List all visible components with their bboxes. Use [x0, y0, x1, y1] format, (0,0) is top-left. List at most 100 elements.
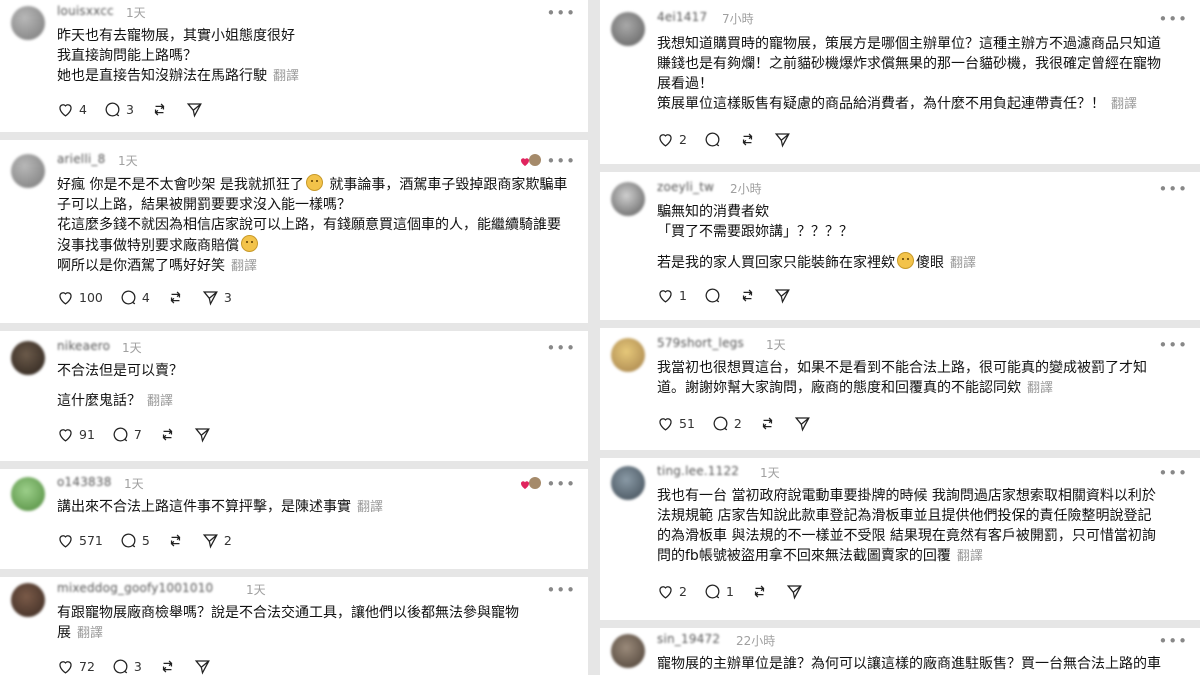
comment-line: 「買了不需要跟妳講」？？？？ — [657, 224, 853, 240]
translate-link[interactable]: 翻譯 — [357, 500, 383, 515]
translate-link[interactable]: 翻譯 — [1111, 97, 1137, 112]
reply-count: 5 — [141, 533, 150, 548]
divider — [0, 132, 588, 140]
more-options-icon[interactable]: ••• — [546, 583, 576, 598]
translate-link[interactable]: 翻譯 — [950, 256, 976, 271]
avatar[interactable] — [611, 182, 645, 216]
translate-link[interactable]: 翻譯 — [273, 69, 299, 84]
like-count: 2 — [679, 584, 687, 599]
more-options-icon[interactable]: ••• — [1158, 634, 1188, 649]
avatar[interactable] — [11, 6, 45, 40]
username[interactable]: 4ei1417 — [657, 10, 707, 24]
reply-button[interactable]: 5 — [119, 531, 150, 550]
username[interactable]: 579short_legs — [657, 336, 744, 350]
reply-button[interactable] — [703, 130, 722, 149]
action-bar: 571 5 2 — [56, 531, 248, 550]
username[interactable]: arielli_8 — [57, 152, 105, 166]
username[interactable]: zoeyli_tw — [657, 180, 714, 194]
share-button[interactable] — [785, 582, 804, 601]
share-button[interactable]: 3 — [201, 288, 232, 307]
comment-bubble-icon — [705, 288, 720, 303]
like-count: 2 — [679, 132, 687, 147]
reply-button[interactable]: 1 — [703, 582, 734, 601]
timestamp: 1天 — [118, 154, 138, 168]
reply-button[interactable]: 7 — [111, 425, 142, 444]
send-icon — [774, 133, 790, 148]
username[interactable]: o143838 — [57, 475, 112, 489]
repost-button[interactable] — [166, 531, 185, 550]
divider — [0, 461, 588, 469]
repost-button[interactable] — [750, 582, 769, 601]
share-button[interactable] — [793, 414, 812, 433]
username[interactable]: nikeaero — [57, 339, 110, 353]
username[interactable]: mixeddog_goofy1001010 — [57, 581, 213, 595]
like-count: 51 — [679, 416, 695, 431]
more-options-icon[interactable]: ••• — [1158, 338, 1188, 353]
more-options-icon[interactable]: ••• — [1158, 466, 1188, 481]
username[interactable]: ting.lee.1122 — [657, 464, 739, 478]
comment-line: 我直接詢問能上路嗎？ — [57, 48, 197, 64]
avatar[interactable] — [611, 12, 645, 46]
comment-line: 花這麼多錢不就因為相信店家說可以上路，有錢願意買這個車的人，能繼續騎誰要沒事找事… — [57, 217, 561, 254]
like-button[interactable]: 2 — [656, 582, 687, 601]
share-button[interactable] — [773, 130, 792, 149]
share-button[interactable] — [193, 425, 212, 444]
repost-button[interactable] — [166, 288, 185, 307]
divider — [0, 569, 588, 577]
like-button[interactable]: 1 — [656, 286, 687, 305]
more-options-icon[interactable]: ••• — [546, 6, 576, 21]
avatar[interactable] — [611, 338, 645, 372]
like-button[interactable]: 571 — [56, 531, 103, 550]
like-button[interactable]: 4 — [56, 100, 87, 119]
avatar[interactable] — [11, 341, 45, 375]
username[interactable]: sin_19472 — [657, 632, 720, 646]
share-button[interactable]: 2 — [201, 531, 232, 550]
translate-link[interactable]: 翻譯 — [957, 549, 983, 564]
avatar[interactable] — [11, 477, 45, 511]
repost-button[interactable] — [758, 414, 777, 433]
reply-button[interactable]: 4 — [119, 288, 150, 307]
more-options-icon[interactable]: ••• — [1158, 182, 1188, 197]
repost-button[interactable] — [158, 425, 177, 444]
username[interactable]: louisxxcc — [57, 4, 114, 18]
repost-button[interactable] — [150, 100, 169, 119]
like-button[interactable]: 91 — [56, 425, 95, 444]
reply-button[interactable]: 3 — [103, 100, 134, 119]
more-options-icon[interactable]: ••• — [546, 477, 576, 492]
repost-icon — [742, 133, 753, 146]
like-button[interactable]: 51 — [656, 414, 695, 433]
repost-icon — [170, 534, 181, 547]
reply-button[interactable]: 2 — [711, 414, 742, 433]
more-options-icon[interactable]: ••• — [1158, 12, 1188, 27]
action-bar: 72 3 — [56, 657, 228, 675]
repost-button[interactable] — [738, 286, 757, 305]
translate-link[interactable]: 翻譯 — [147, 394, 173, 409]
avatar[interactable] — [11, 583, 45, 617]
share-button[interactable] — [773, 286, 792, 305]
repost-button[interactable] — [738, 130, 757, 149]
translate-link[interactable]: 翻譯 — [1027, 381, 1053, 396]
comment-line: 展 — [57, 625, 71, 641]
repost-button[interactable] — [158, 657, 177, 675]
timestamp: 1天 — [126, 6, 146, 20]
repost-icon — [162, 660, 173, 673]
reply-count: 2 — [733, 416, 742, 431]
avatar[interactable] — [11, 154, 45, 188]
comment-bubble-icon — [113, 659, 128, 674]
avatar[interactable] — [611, 634, 645, 668]
reply-button[interactable] — [703, 286, 722, 305]
action-bar: 91 7 — [56, 425, 228, 444]
share-button[interactable] — [185, 100, 204, 119]
like-button[interactable]: 100 — [56, 288, 103, 307]
reply-button[interactable]: 3 — [111, 657, 142, 675]
like-button[interactable]: 72 — [56, 657, 95, 675]
translate-link[interactable]: 翻譯 — [231, 259, 257, 274]
more-options-icon[interactable]: ••• — [546, 154, 576, 169]
like-button[interactable]: 2 — [656, 130, 687, 149]
more-options-icon[interactable]: ••• — [546, 341, 576, 356]
share-button[interactable] — [193, 657, 212, 675]
avatar[interactable] — [611, 466, 645, 500]
send-icon — [774, 289, 790, 304]
like-count: 571 — [79, 533, 103, 548]
translate-link[interactable]: 翻譯 — [77, 626, 103, 641]
